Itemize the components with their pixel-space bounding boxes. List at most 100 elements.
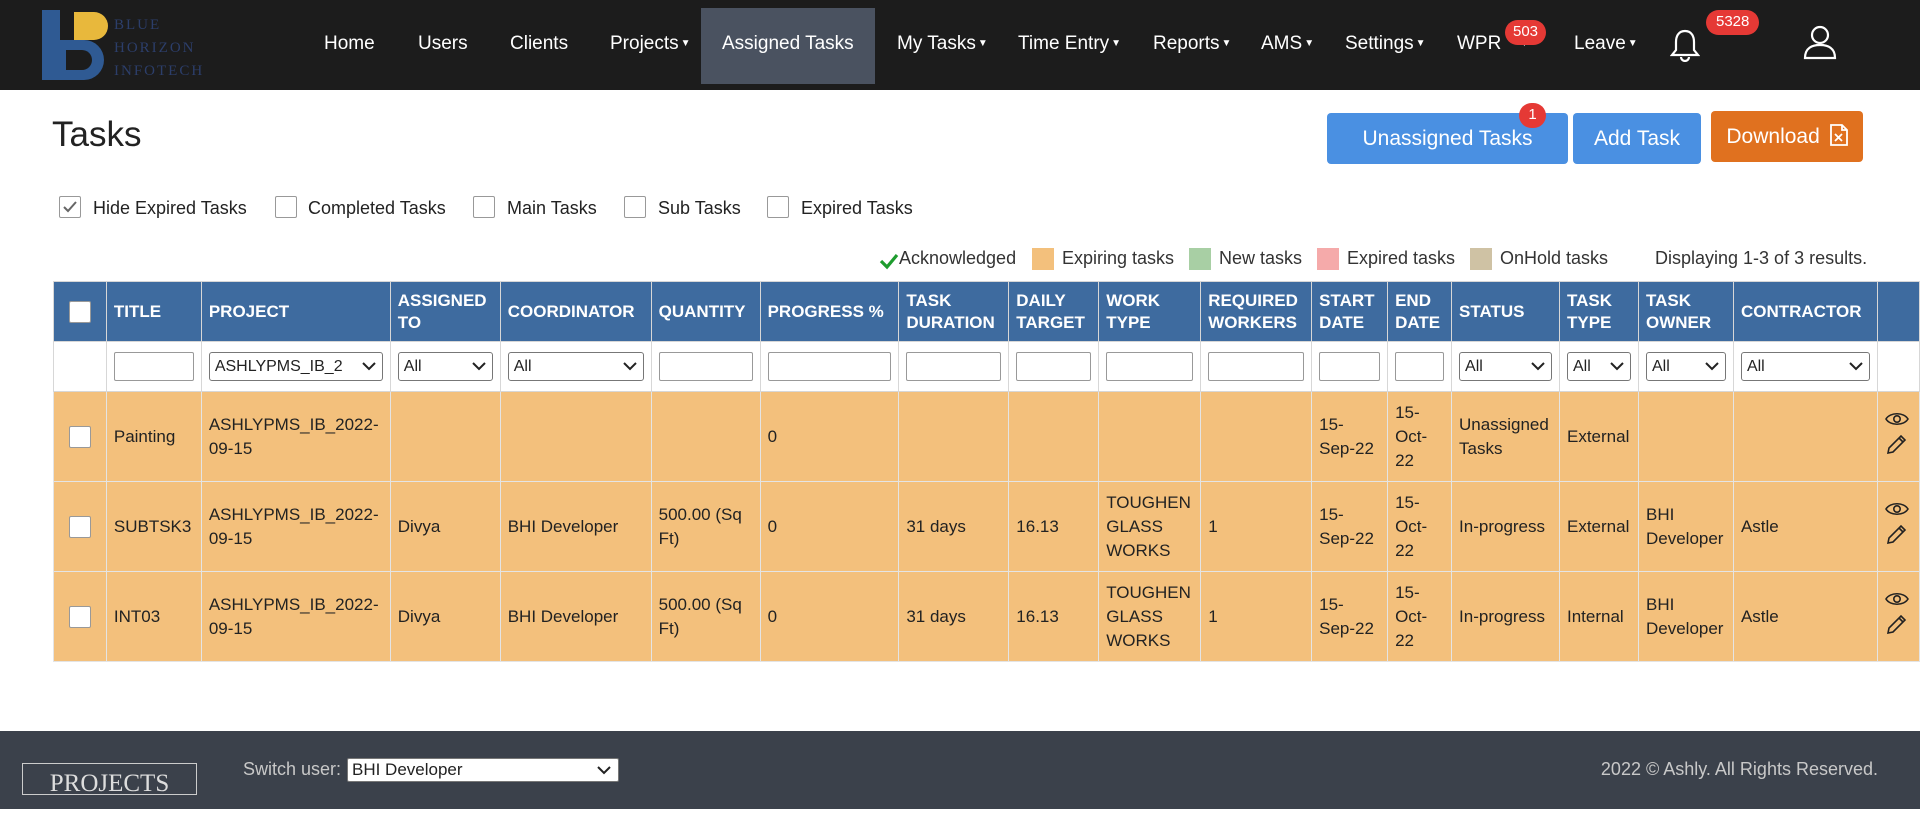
- nav-leave[interactable]: Leave ▼: [1574, 0, 1638, 90]
- switch-user-select[interactable]: BHI Developer: [347, 758, 619, 782]
- col-coordinator[interactable]: COORDINATOR: [499, 281, 652, 342]
- table-row[interactable]: Painting ASHLYPMS_IB_2022- 09-15 0 15- Sep…: [53, 391, 1920, 482]
- filter-end-input[interactable]: [1395, 352, 1445, 381]
- cell-actions: [1876, 481, 1920, 572]
- nav-wpr[interactable]: WPR▼: [1457, 0, 1529, 90]
- cell-project-line-1: ASHLYPMS_IB_2022-: [208, 414, 379, 434]
- col-title[interactable]: TITLE: [105, 281, 202, 342]
- nav-assigned-tasks[interactable]: Assigned Tasks: [701, 8, 875, 84]
- cell-quantity-line-2: Ft): [658, 528, 680, 548]
- col-task-owner[interactable]: TASK OWNER: [1637, 281, 1734, 342]
- cell-quantity: [650, 391, 761, 482]
- notifications-bell-icon[interactable]: [1669, 28, 1701, 67]
- col-work-label-2: TYPE: [1106, 312, 1151, 332]
- filter-daily-input[interactable]: [1016, 352, 1092, 381]
- edit-pencil-icon[interactable]: [1885, 524, 1909, 546]
- chevron-down-icon: [1705, 362, 1719, 371]
- main-tasks-checkbox[interactable]: [473, 196, 495, 218]
- filter-required-input[interactable]: [1208, 352, 1305, 381]
- filter-coordinator-select[interactable]: All: [507, 352, 644, 381]
- nav-ams[interactable]: AMS ▼: [1261, 0, 1314, 90]
- row-select-cell: [53, 391, 107, 482]
- edit-pencil-icon[interactable]: [1885, 614, 1909, 636]
- col-type-label-2: TYPE: [1567, 312, 1612, 332]
- table-row[interactable]: SUBTSK3 ASHLYPMS_IB_2022- 09-15 Divya BHI…: [53, 481, 1920, 572]
- nav-assigned-tasks-label: Assigned Tasks: [722, 33, 854, 54]
- col-title-label: TITLE: [113, 301, 162, 321]
- footer-logo: PROJECTS: [22, 763, 197, 795]
- col-daily-target[interactable]: DAILY TARGET: [1008, 281, 1100, 342]
- row-select-cell: [53, 571, 107, 662]
- cell-task-owner: BHI Developer: [1637, 481, 1734, 572]
- row-checkbox[interactable]: [68, 425, 91, 448]
- col-quantity[interactable]: QUANTITY: [650, 281, 761, 342]
- nav-clients[interactable]: Clients: [510, 0, 568, 90]
- col-start-date[interactable]: START DATE: [1311, 281, 1389, 342]
- user-profile-icon[interactable]: [1802, 24, 1838, 65]
- filter-type-select[interactable]: All: [1567, 352, 1631, 381]
- table-row[interactable]: INT03 ASHLYPMS_IB_2022- 09-15 Divya BHI D…: [53, 571, 1920, 662]
- wpr-count-badge: 503: [1505, 20, 1547, 45]
- col-assigned-to[interactable]: ASSIGNED TO: [389, 281, 501, 342]
- chevron-down-icon: ▼: [1221, 38, 1232, 49]
- select-all-checkbox[interactable]: [68, 300, 91, 323]
- filter-empty-cell: [53, 341, 107, 392]
- row-checkbox[interactable]: [68, 605, 91, 628]
- download-button[interactable]: Download: [1711, 111, 1863, 162]
- col-contractor[interactable]: CONTRACTOR: [1732, 281, 1878, 342]
- col-status[interactable]: STATUS: [1451, 281, 1560, 342]
- cell-work-line-2: GLASS: [1106, 516, 1163, 536]
- filter-duration-input[interactable]: [906, 352, 1002, 381]
- cell-task-type: Internal: [1559, 571, 1639, 662]
- hide-expired-checkbox[interactable]: [59, 196, 81, 218]
- nav-users[interactable]: Users: [418, 0, 468, 90]
- company-logo[interactable]: BLUE HORIZON INFOTECH: [40, 6, 210, 84]
- filter-owner-select[interactable]: All: [1645, 352, 1726, 381]
- col-progress[interactable]: PROGRESS %: [759, 281, 900, 342]
- filter-title-input[interactable]: [113, 352, 194, 381]
- col-quantity-label: QUANTITY: [658, 301, 746, 321]
- filter-assigned-select[interactable]: All: [397, 352, 493, 381]
- view-eye-icon[interactable]: [1884, 591, 1909, 607]
- col-task-duration[interactable]: TASK DURATION: [898, 281, 1010, 342]
- cell-duration: 31 days: [898, 481, 1010, 572]
- nav-my-tasks[interactable]: My Tasks ▼: [897, 0, 988, 90]
- filter-progress-input[interactable]: [767, 352, 892, 381]
- cell-contractor: Astle: [1732, 571, 1878, 662]
- logo-line-1: BLUE: [114, 17, 162, 33]
- filter-work-input[interactable]: [1106, 352, 1194, 381]
- nav-projects[interactable]: Projects ▼: [610, 0, 691, 90]
- col-project[interactable]: PROJECT: [200, 281, 391, 342]
- expired-tasks-checkbox[interactable]: [767, 196, 789, 218]
- cell-end-line-2: Oct-: [1395, 426, 1428, 446]
- nav-time-entry[interactable]: Time Entry ▼: [1018, 0, 1121, 90]
- cell-project-line-2: 09-15: [208, 528, 253, 548]
- filter-status-select[interactable]: All: [1459, 352, 1552, 381]
- completed-tasks-checkbox[interactable]: [275, 196, 297, 218]
- view-eye-icon[interactable]: [1884, 411, 1909, 427]
- cell-start-line-2: Sep-22: [1319, 618, 1374, 638]
- row-checkbox[interactable]: [68, 515, 91, 538]
- cell-duration: 31 days: [898, 571, 1010, 662]
- add-task-button[interactable]: Add Task: [1573, 113, 1701, 164]
- sub-tasks-checkbox[interactable]: [624, 196, 646, 218]
- nav-reports[interactable]: Reports ▼: [1153, 0, 1231, 90]
- filter-start-input[interactable]: [1319, 352, 1381, 381]
- cell-work-line-1: TOUGHEN: [1106, 492, 1191, 512]
- cell-end-line-2: Oct-: [1395, 516, 1428, 536]
- nav-leave-label: Leave: [1574, 33, 1626, 55]
- filter-project-select[interactable]: ASHLYPMS_IB_2: [208, 352, 383, 381]
- cell-status-line-1: In-progress: [1459, 606, 1546, 626]
- view-eye-icon[interactable]: [1884, 501, 1909, 517]
- col-end-date[interactable]: END DATE: [1387, 281, 1453, 342]
- col-task-type[interactable]: TASK TYPE: [1559, 281, 1639, 342]
- col-required-workers[interactable]: REQUIRED WORKERS: [1200, 281, 1313, 342]
- col-actions: [1876, 281, 1920, 342]
- nav-settings[interactable]: Settings ▼: [1345, 0, 1426, 90]
- col-work-type[interactable]: WORK TYPE: [1098, 281, 1202, 342]
- filter-contractor-select[interactable]: All: [1740, 352, 1870, 381]
- filter-type-cell: All: [1559, 341, 1639, 392]
- filter-quantity-input[interactable]: [658, 352, 753, 381]
- nav-home[interactable]: Home: [324, 0, 375, 90]
- edit-pencil-icon[interactable]: [1885, 434, 1909, 456]
